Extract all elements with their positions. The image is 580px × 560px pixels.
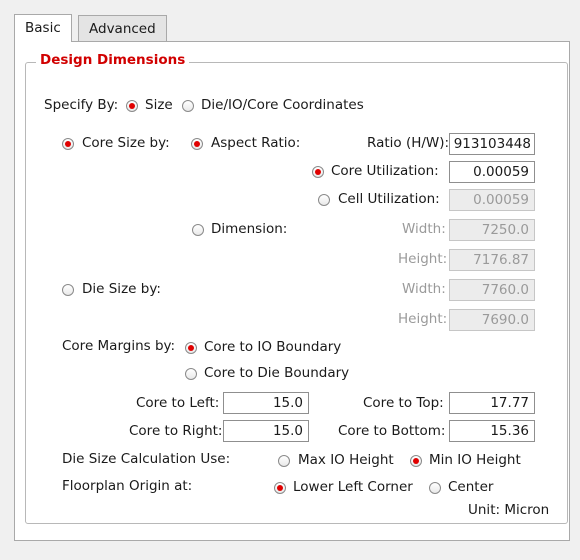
center-radio[interactable] [429, 482, 441, 494]
dimension-height-input[interactable]: 7176.87 [449, 249, 535, 271]
core-size-by-radio[interactable] [62, 138, 74, 150]
core-to-bottom-label: Core to Bottom: [338, 423, 446, 439]
specify-size-radio[interactable] [126, 100, 138, 112]
ratio-label: Ratio (H/W): [367, 135, 450, 151]
specify-coords-label: Die/IO/Core Coordinates [201, 97, 364, 113]
lower-left-label: Lower Left Corner [293, 479, 413, 495]
dimension-width-input[interactable]: 7250.0 [449, 219, 535, 241]
core-to-die-label: Core to Die Boundary [204, 365, 350, 381]
core-to-top-label: Core to Top: [363, 395, 444, 411]
core-utilization-input[interactable]: 0.00059 [449, 161, 535, 183]
core-to-left-label: Core to Left: [136, 395, 220, 411]
core-size-by-label: Core Size by: [82, 135, 170, 151]
core-to-io-radio[interactable] [185, 342, 197, 354]
cell-utilization-radio[interactable] [318, 194, 330, 206]
die-width-label: Width: [402, 281, 446, 297]
tab-advanced-label: Advanced [89, 21, 156, 37]
die-calc-label: Die Size Calculation Use: [62, 451, 231, 467]
dimension-width-label: Width: [402, 221, 446, 237]
die-size-by-radio[interactable] [62, 284, 74, 296]
aspect-ratio-radio[interactable] [191, 138, 203, 150]
unit-label: Unit: Micron [468, 502, 550, 518]
dimension-height-label: Height: [398, 251, 448, 267]
core-to-right-input[interactable]: 15.0 [223, 420, 309, 442]
cell-utilization-label: Cell Utilization: [338, 191, 440, 207]
specify-size-label: Size [145, 97, 173, 113]
die-width-input[interactable]: 7760.0 [449, 279, 535, 301]
group-title: Design Dimensions [36, 52, 190, 68]
core-to-top-input[interactable]: 17.77 [449, 392, 535, 414]
dimension-label: Dimension: [211, 221, 288, 237]
cell-utilization-input[interactable]: 0.00059 [449, 189, 535, 211]
center-label: Center [448, 479, 494, 495]
core-utilization-radio[interactable] [312, 166, 324, 178]
die-height-input[interactable]: 7690.0 [449, 309, 535, 331]
tab-advanced[interactable]: Advanced [78, 15, 167, 41]
aspect-ratio-label: Aspect Ratio: [211, 135, 301, 151]
origin-label: Floorplan Origin at: [62, 478, 193, 494]
core-to-die-radio[interactable] [185, 368, 197, 380]
specify-by-label: Specify By: [44, 97, 119, 113]
die-size-by-label: Die Size by: [82, 281, 161, 297]
core-margins-label: Core Margins by: [62, 338, 176, 354]
specify-coords-radio[interactable] [182, 100, 194, 112]
core-to-left-input[interactable]: 15.0 [223, 392, 309, 414]
min-io-height-label: Min IO Height [429, 452, 521, 468]
max-io-height-radio[interactable] [278, 455, 290, 467]
tab-basic[interactable]: Basic [14, 14, 72, 42]
core-to-bottom-input[interactable]: 15.36 [449, 420, 535, 442]
core-to-right-label: Core to Right: [129, 423, 223, 439]
lower-left-radio[interactable] [274, 482, 286, 494]
max-io-height-label: Max IO Height [298, 452, 394, 468]
min-io-height-radio[interactable] [410, 455, 422, 467]
die-height-label: Height: [398, 311, 448, 327]
ratio-input[interactable]: 913103448 [449, 133, 535, 155]
tab-basic-label: Basic [25, 20, 61, 36]
dimension-radio[interactable] [192, 224, 204, 236]
core-to-io-label: Core to IO Boundary [204, 339, 342, 355]
core-utilization-label: Core Utilization: [331, 163, 439, 179]
